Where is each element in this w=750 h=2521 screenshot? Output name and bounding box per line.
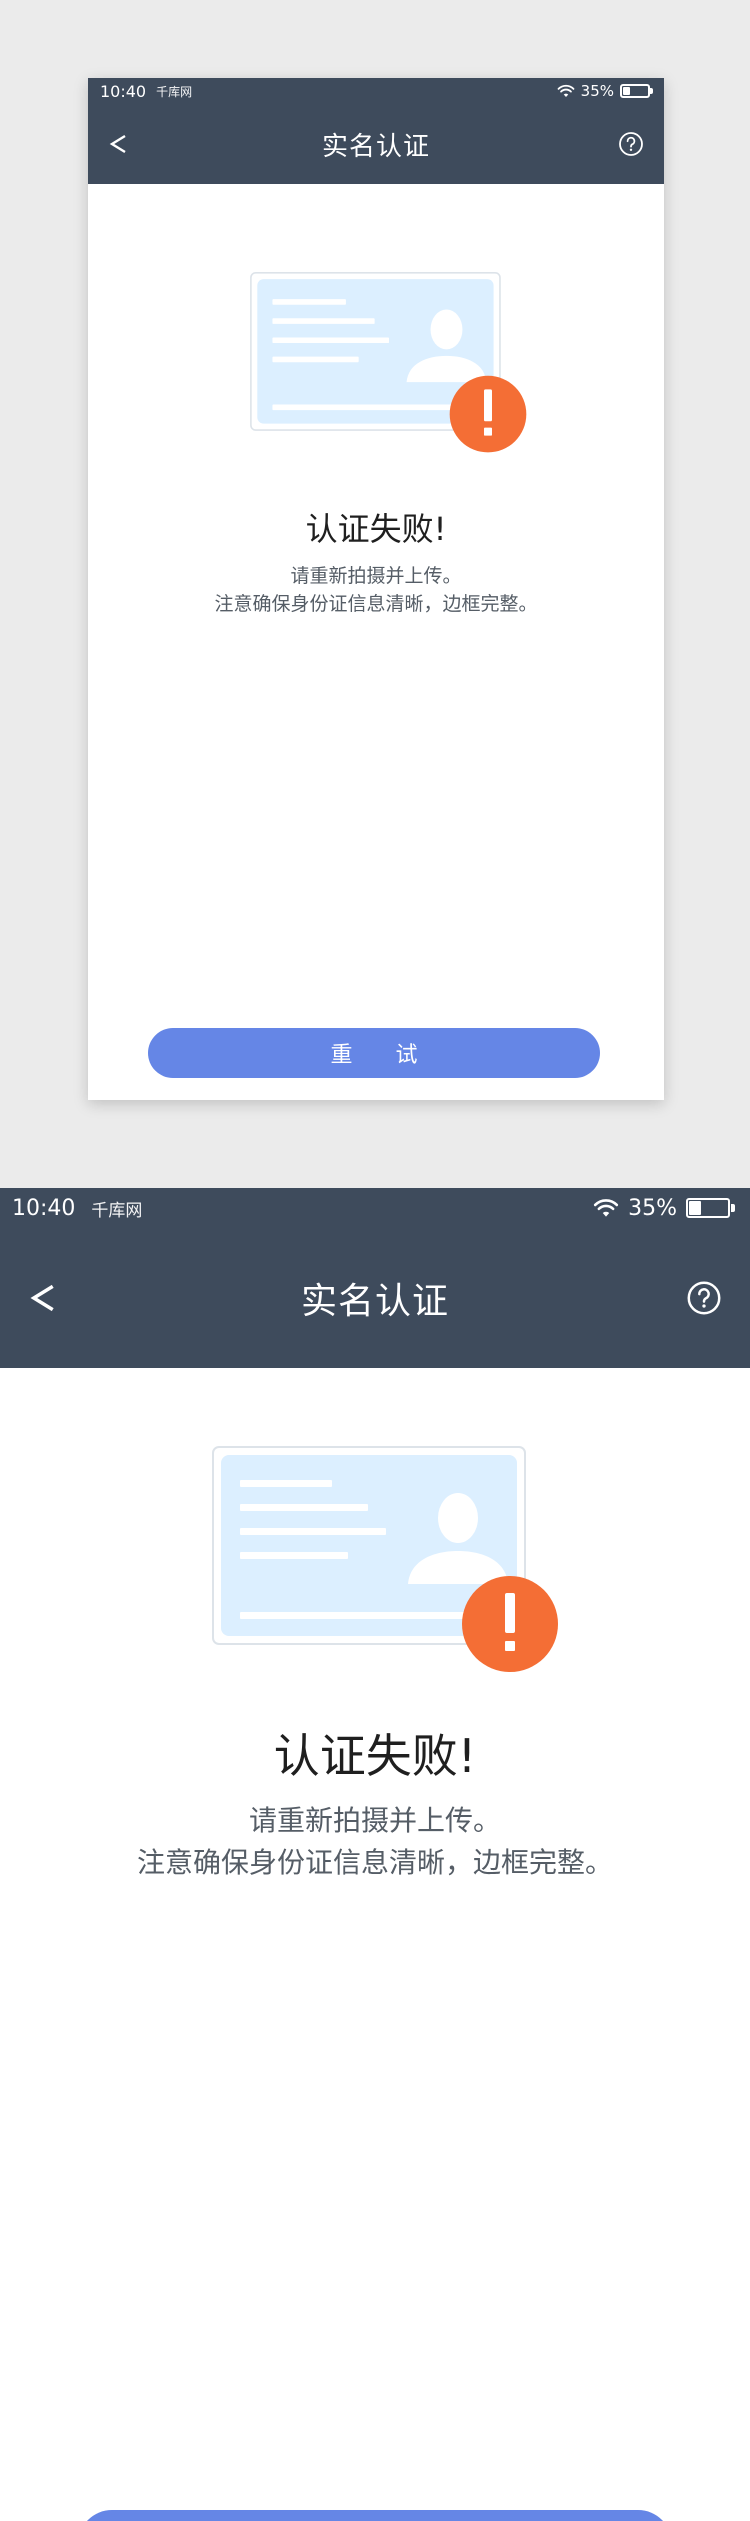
status-carrier: 千库网 [91,1200,143,1221]
id-card-illustration [212,1446,558,1672]
result-message-line2: 注意确保身份证信息清晰，边框完整。 [214,593,538,615]
wifi-icon [593,1199,619,1217]
id-card-illustration [250,272,527,453]
page-title: 实名认证 [321,131,430,162]
retry-button[interactable]: 重 试 [148,1028,600,1078]
battery-icon [686,1198,735,1218]
battery-icon [620,84,653,98]
nav-bar: 实名认证 [0,1228,750,1368]
page-title: 实名认证 [300,1281,449,1322]
result-message: 请重新拍摄并上传。 注意确保身份证信息清晰，边框完整。 [0,1800,750,1884]
help-button[interactable] [618,104,664,184]
status-carrier: 千库网 [156,84,193,99]
back-button[interactable] [0,1228,60,1368]
result-message-line2: 注意确保身份证信息清晰，边框完整。 [136,1846,613,1879]
status-bar: 10:40 千库网 35% [0,1188,750,1228]
status-bar: 10:40 千库网 35% [88,78,664,104]
chevron-left-icon [109,134,126,154]
result-message-line1: 请重新拍摄并上传。 [290,565,462,587]
result-title: 认证失败! [305,510,447,548]
status-right: 35% [557,82,654,100]
battery-percent: 35% [628,1195,677,1221]
help-button[interactable] [686,1228,750,1368]
status-time: 10:40 [100,81,147,101]
wifi-icon [557,84,575,97]
status-right: 35% [593,1196,736,1221]
question-circle-icon [687,1281,721,1315]
exclamation-circle-icon [449,375,527,453]
preview-screen: 10:40 千库网 35% 实名认证 认证失败! 请重新拍摄并上传。 注意确保身… [88,78,664,1100]
result-message: 请重新拍摄并上传。 注意确保身份证信息清晰，边框完整。 [88,562,664,618]
result-message-line1: 请重新拍摄并上传。 [248,1804,501,1837]
content-area: 认证失败! 请重新拍摄并上传。 注意确保身份证信息清晰，边框完整。 重 试 [88,184,664,1100]
nav-bar: 实名认证 [88,104,664,184]
content-area: 认证失败! 请重新拍摄并上传。 注意确保身份证信息清晰，边框完整。 重 试 [0,1368,750,2521]
question-circle-icon [619,132,643,156]
exclamation-circle-icon [462,1576,558,1672]
battery-percent: 35% [580,82,614,100]
full-screen: 10:40 千库网 35% 实名认证 认证失败! 请重新拍摄并上传。 注意确保身… [0,1188,750,2521]
retry-button[interactable]: 重 试 [78,2510,672,2521]
status-time: 10:40 [12,1195,76,1221]
result-title: 认证失败! [273,1729,477,1783]
chevron-left-icon [30,1284,54,1312]
back-button[interactable] [88,104,130,184]
